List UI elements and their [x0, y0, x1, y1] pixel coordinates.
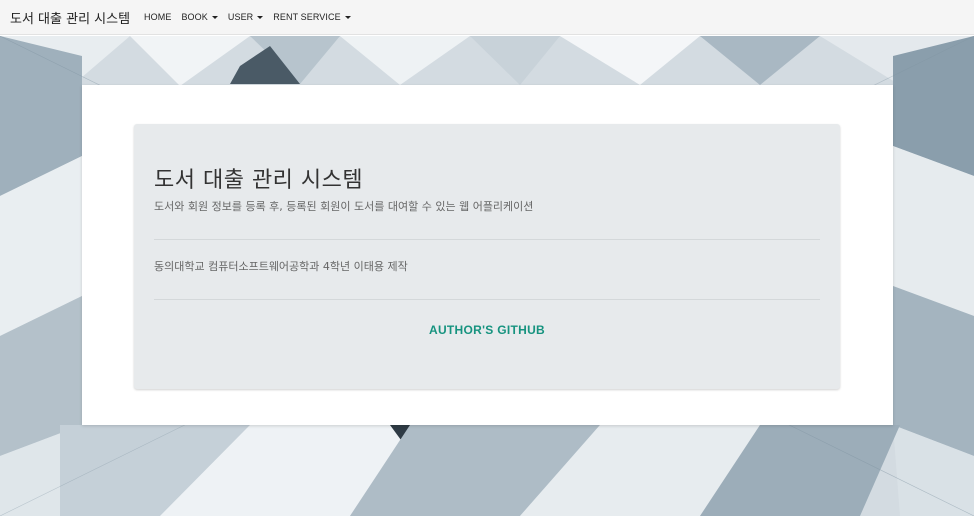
author-credit: 동의대학교 컴퓨터소프트웨어공학과 4학년 이태용 제작	[154, 260, 408, 273]
caret-down-icon	[257, 15, 264, 19]
nav-item-label: USER	[227, 12, 254, 22]
navbar: 도서 대출 관리 시스템 HOME BOOK USER RENT SERVICE	[0, 0, 974, 35]
author-github-link[interactable]: AUTHOR'S GITHUB	[134, 323, 840, 337]
caret-down-icon	[211, 15, 218, 19]
nav-item-label: BOOK	[181, 12, 208, 22]
page-title: 도서 대출 관리 시스템	[154, 168, 364, 193]
nav-item-rent-service[interactable]: RENT SERVICE	[273, 12, 351, 22]
nav-item-label: HOME	[144, 12, 172, 22]
nav-item-book[interactable]: BOOK	[181, 12, 218, 22]
page-lead: 도서와 회원 정보를 등록 후, 등록된 회원이 도서를 대여할 수 있는 웹 …	[154, 200, 534, 213]
caret-down-icon	[344, 15, 351, 19]
divider	[154, 299, 820, 300]
nav-item-label: RENT SERVICE	[273, 12, 341, 22]
jumbotron: 도서 대출 관리 시스템 도서와 회원 정보를 등록 후, 등록된 회원이 도서…	[134, 124, 840, 389]
nav-item-user[interactable]: USER	[227, 12, 264, 22]
divider	[154, 239, 820, 240]
navbar-brand[interactable]: 도서 대출 관리 시스템	[10, 8, 130, 27]
main-container: 도서 대출 관리 시스템 도서와 회원 정보를 등록 후, 등록된 회원이 도서…	[82, 85, 893, 425]
nav-item-home[interactable]: HOME	[144, 12, 171, 22]
